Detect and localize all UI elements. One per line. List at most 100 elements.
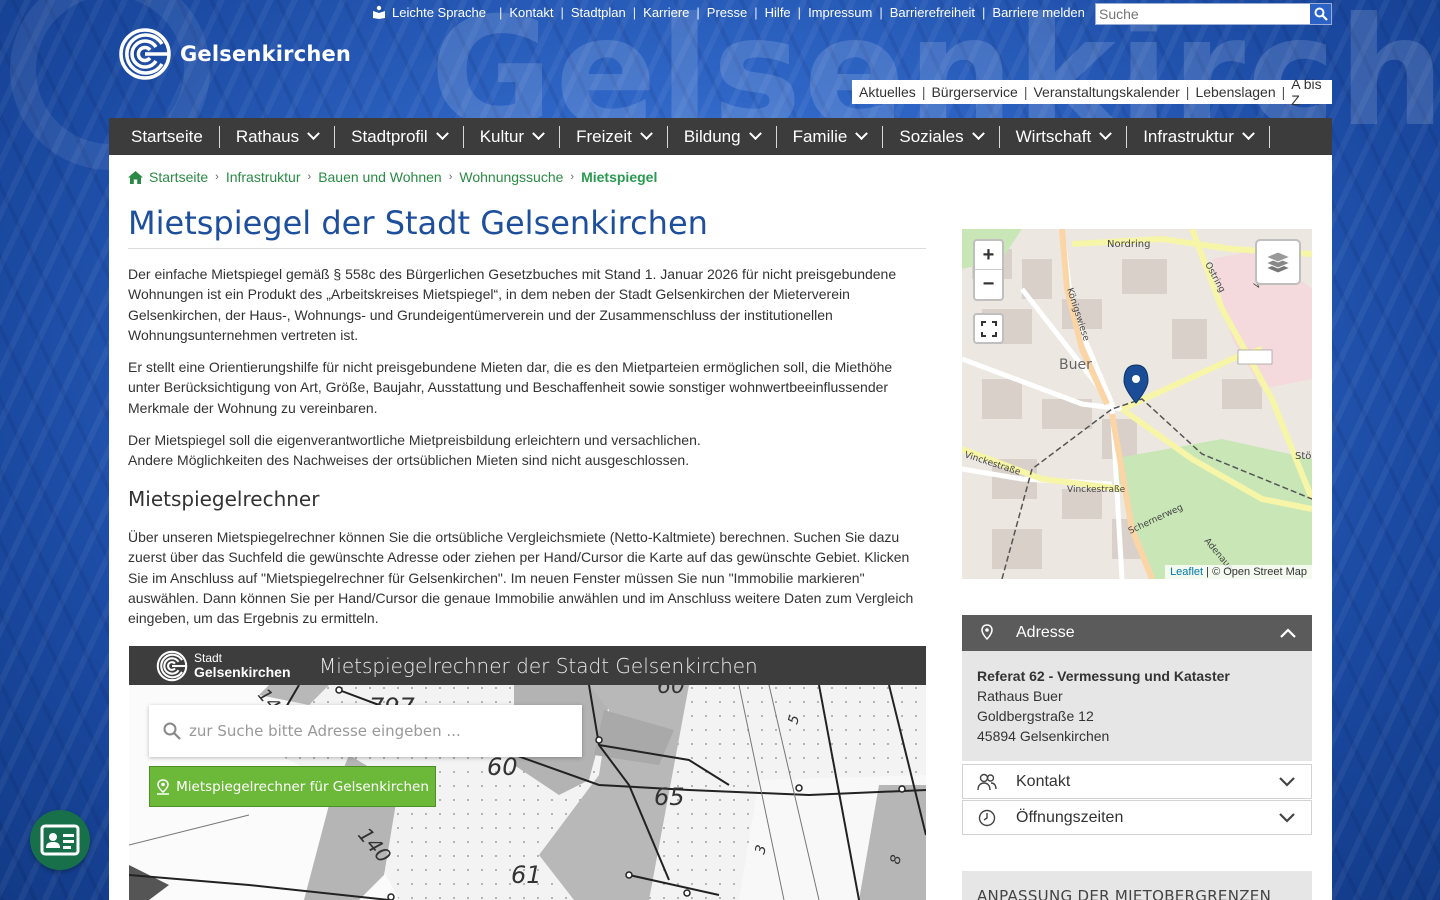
contact-card-icon [40, 824, 80, 856]
oeffnungszeiten-panel-title: Öffnungszeiten [1016, 808, 1124, 826]
chevron-down-icon [1279, 776, 1295, 787]
nav-item-infrastruktur[interactable]: Infrastruktur [1127, 125, 1270, 148]
search-icon [163, 722, 181, 740]
article-body: Der einfache Mietspiegel gemäß § 558c de… [128, 264, 926, 640]
nav-item-familie[interactable]: Familie [777, 125, 884, 148]
quick-link-lebenslagen[interactable]: Lebenslagen [1195, 84, 1275, 100]
layers-button[interactable] [1255, 239, 1301, 285]
calculator-logo-line1: Stadt [194, 650, 223, 665]
nav-item-startseite[interactable]: Startseite [115, 125, 220, 148]
nav-label: Kultur [479, 126, 525, 146]
nav-label: Startseite [131, 126, 203, 146]
quick-link-aktuelles[interactable]: Aktuelles [859, 84, 916, 100]
nav-label: Freizeit [576, 126, 632, 146]
parcel-number: 60 [657, 685, 685, 699]
parcel-number: 65 [654, 783, 685, 811]
address-city: 45894 Gelsenkirchen [977, 728, 1110, 744]
service-link-kontakt[interactable]: Kontakt [509, 5, 553, 20]
attribution-text: | © Open Street Map [1206, 566, 1307, 578]
service-links: Leichte Sprache | Kontakt | Stadtplan | Kar… [372, 3, 1085, 21]
nav-label: Wirtschaft [1015, 126, 1092, 146]
quick-link-buergerservice[interactable]: Bürgerservice [931, 84, 1017, 100]
nav-item-freizeit[interactable]: Freizeit [560, 125, 668, 148]
map-label: Buer [1059, 357, 1092, 373]
kontakt-panel-header[interactable]: Kontakt [962, 764, 1312, 799]
zoom-out-button[interactable]: − [975, 270, 1002, 299]
main-navigation: Startseite Rathaus Stadtprofil Kultur Fr… [109, 118, 1332, 155]
home-icon [128, 170, 143, 184]
calculator-logo-line2: Gelsenkirchen [194, 663, 291, 680]
chevron-down-icon [1099, 127, 1113, 141]
service-link-hilfe[interactable]: Hilfe [765, 5, 791, 20]
breadcrumb: Startseite › Infrastruktur › Bauen und Woh… [128, 169, 657, 185]
service-link-barrierefreiheit[interactable]: Barrierefreiheit [890, 5, 975, 20]
clock-icon [976, 809, 998, 827]
paragraph-orientation: Er stellt eine Orientierungshilfe für ni… [128, 359, 893, 416]
leichte-sprache-link[interactable]: Leichte Sprache [372, 5, 486, 20]
section-heading-mietspiegelrechner: Mietspiegelrechner [128, 486, 320, 511]
chevron-down-icon [1242, 127, 1255, 141]
search-icon [1314, 7, 1328, 21]
map-label: Vinckestraße [1067, 485, 1126, 495]
zoom-in-button[interactable]: + [975, 241, 1002, 270]
logo-text: Gelsenkirchen [180, 42, 352, 66]
fullscreen-icon [980, 320, 997, 337]
nav-item-rathaus[interactable]: Rathaus [220, 125, 336, 148]
paragraph-calculator-instructions: Über unseren Mietspiegelrechner können S… [128, 528, 914, 627]
contact-card-button[interactable] [30, 810, 90, 870]
address-search-input[interactable]: zur Suche bitte Adresse eingeben ... [149, 705, 582, 757]
address-search-placeholder: zur Suche bitte Adresse eingeben ... [189, 722, 461, 740]
gelsenkirchen-logo-icon [156, 650, 188, 681]
site-search [1095, 3, 1332, 25]
fullscreen-button[interactable] [973, 313, 1004, 344]
map-label: Nordring [1107, 239, 1150, 250]
service-link-stadtplan[interactable]: Stadtplan [571, 5, 626, 20]
service-link-barriere-melden[interactable]: Barriere melden [992, 5, 1085, 20]
search-input[interactable] [1096, 4, 1310, 24]
address-panel-header[interactable]: Adresse [962, 615, 1312, 651]
nav-item-soziales[interactable]: Soziales [883, 125, 1000, 148]
quick-links: Aktuelles | Bürgerservice | Veranstaltungs… [852, 76, 1332, 108]
calculator-header: Stadt Gelsenkirchen Mietspiegelrechner d… [129, 646, 926, 685]
service-link-impressum[interactable]: Impressum [808, 5, 872, 20]
nav-item-bildung[interactable]: Bildung [668, 125, 777, 148]
breadcrumb-bauen-und-wohnen[interactable]: Bauen und Wohnen [318, 169, 442, 185]
location-pin-icon [976, 624, 998, 642]
nav-label: Soziales [899, 126, 964, 146]
mietspiegelrechner-button-label: Mietspiegelrechner für Gelsenkirchen [176, 778, 429, 795]
location-pin-icon [157, 778, 170, 795]
breadcrumb-startseite[interactable]: Startseite [149, 169, 208, 185]
nav-label: Stadtprofil [351, 126, 428, 146]
service-link-presse[interactable]: Presse [707, 5, 747, 20]
paragraph-intro: Der einfache Mietspiegel gemäß § 558c de… [128, 266, 897, 343]
nav-item-kultur[interactable]: Kultur [464, 125, 561, 148]
parcel-number: 60 [487, 753, 518, 781]
search-button[interactable] [1310, 4, 1331, 24]
service-link-karriere[interactable]: Karriere [643, 5, 689, 20]
nav-item-wirtschaft[interactable]: Wirtschaft [1000, 125, 1128, 148]
quick-link-a-bis-z[interactable]: A bis Z [1291, 76, 1332, 108]
leaflet-link[interactable]: Leaflet [1170, 566, 1203, 578]
map-label: Stö [1295, 451, 1311, 462]
main-content: Startseite › Infrastruktur › Bauen und Woh… [109, 155, 1332, 900]
nav-label: Infrastruktur [1143, 126, 1234, 146]
chevron-up-icon [1280, 628, 1296, 638]
breadcrumb-current: Mietspiegel [581, 169, 658, 185]
parcel-number: 61 [511, 861, 542, 889]
nav-item-stadtprofil[interactable]: Stadtprofil [335, 125, 464, 148]
site-logo[interactable]: Gelsenkirchen [118, 27, 351, 81]
mietspiegelrechner-widget: Stadt Gelsenkirchen Mietspiegelrechner d… [129, 646, 926, 900]
quick-link-veranstaltungskalender[interactable]: Veranstaltungskalender [1033, 84, 1179, 100]
nav-label: Rathaus [235, 126, 300, 146]
location-map[interactable]: Nordring Königswiese Ostring Buer L 622 … [962, 229, 1312, 579]
chevron-down-icon [1279, 812, 1295, 823]
mietspiegelrechner-button[interactable]: Mietspiegelrechner für Gelsenkirchen [149, 766, 436, 807]
breadcrumb-infrastruktur[interactable]: Infrastruktur [226, 169, 301, 185]
oeffnungszeiten-panel-header[interactable]: Öffnungszeiten [962, 800, 1312, 835]
address-department: Referat 62 - Vermessung und Kataster [977, 668, 1230, 684]
chevron-down-icon [748, 127, 762, 141]
address-building: Rathaus Buer [977, 688, 1063, 704]
breadcrumb-wohnungssuche[interactable]: Wohnungssuche [459, 169, 563, 185]
address-panel-title: Adresse [1016, 624, 1075, 641]
leichte-sprache-label: Leichte Sprache [392, 4, 486, 20]
